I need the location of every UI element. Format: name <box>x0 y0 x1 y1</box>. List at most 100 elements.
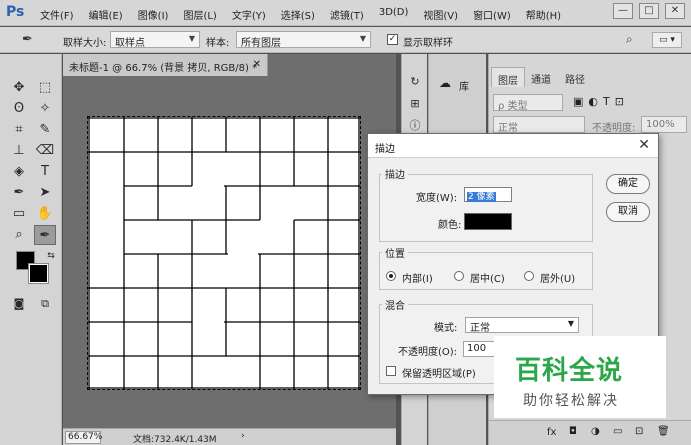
eraser-tool-icon[interactable]: ⌫ <box>34 141 56 161</box>
color-label: 颜色: <box>438 220 462 231</box>
menu-bar: Ps 文件(F) 编辑(E) 图像(I) 图层(L) 文字(Y) 选择(S) 滤… <box>0 0 691 26</box>
opacity-label: 不透明度(O): <box>398 347 458 358</box>
close-tab-icon[interactable]: ✕ <box>253 59 261 70</box>
fx-icon[interactable]: fx <box>547 427 556 438</box>
eyedropper-tool-icon[interactable]: ✒ <box>34 225 56 245</box>
inside-radio[interactable] <box>386 271 396 281</box>
menu-edit[interactable]: 编辑(E) <box>89 7 123 22</box>
tab-paths[interactable]: 路径 <box>559 67 591 87</box>
rectangle-tool-icon[interactable]: ▭ <box>8 204 30 224</box>
sample-size-value: 取样点 <box>115 38 145 49</box>
window-controls: — □ ✕ <box>607 3 685 19</box>
dialog-title: 描边 <box>375 144 395 155</box>
move-tool-icon[interactable]: ✥ <box>8 78 30 98</box>
magic-wand-tool-icon[interactable]: ✧ <box>34 99 56 119</box>
menu-layer[interactable]: 图层(L) <box>183 7 216 22</box>
zoom-level-field[interactable]: 66.67% <box>65 431 102 444</box>
restore-button[interactable]: □ <box>639 3 659 19</box>
document-tab-title: 未标题-1 @ 66.7% (背景 拷贝, RGB/8) * <box>69 63 258 74</box>
center-label: 居中(C) <box>470 274 505 285</box>
menu-3d[interactable]: 3D(D) <box>379 7 409 22</box>
hand-tool-icon[interactable]: ✋ <box>34 204 56 224</box>
position-group-title: 位置 <box>382 245 408 260</box>
ok-button[interactable]: 确定 <box>606 174 650 194</box>
menu-image[interactable]: 图像(I) <box>138 7 169 22</box>
zoom-tool-icon[interactable]: ⌕ <box>8 225 30 245</box>
chevron-down-icon: ▼ <box>359 34 366 43</box>
mode-value: 正常 <box>470 323 490 334</box>
type-tool-icon[interactable]: T <box>34 162 56 182</box>
pen-tool-icon[interactable]: ✒ <box>8 183 30 203</box>
path-selection-tool-icon[interactable]: ➤ <box>34 183 56 203</box>
layer-filter-icons[interactable]: ▣◐T⊡ <box>573 95 629 108</box>
status-bar: 66.67% 文档:732.4K/1.43M › <box>63 428 396 445</box>
preserve-transparency-label: 保留透明区域(P) <box>402 369 476 380</box>
search-icon[interactable]: ⌕ <box>626 32 633 47</box>
sample-size-label: 取样大小: <box>63 38 107 49</box>
tab-layers[interactable]: 图层 <box>491 67 525 87</box>
close-button[interactable]: ✕ <box>665 3 685 19</box>
stamp-tool-icon[interactable]: ⊥ <box>8 141 30 161</box>
inside-label: 内部(I) <box>402 274 433 285</box>
trash-icon[interactable]: 🗑 <box>657 426 670 437</box>
history-icon[interactable]: ↻ <box>404 72 426 92</box>
paint-bucket-tool-icon[interactable]: ◈ <box>8 162 30 182</box>
menu-window[interactable]: 窗口(W) <box>473 7 511 22</box>
menu-type[interactable]: 文字(Y) <box>232 7 266 22</box>
swap-colors-icon[interactable]: ⇆ <box>40 246 62 266</box>
sample-value: 所有图层 <box>241 38 281 49</box>
new-layer-icon[interactable]: ⊡ <box>635 426 643 437</box>
brush-tool-icon[interactable]: ✎ <box>34 120 56 140</box>
workspace-switcher[interactable]: ▭ ▾ <box>652 32 682 48</box>
lasso-tool-icon[interactable]: ʘ <box>8 99 30 119</box>
group-icon[interactable]: ▭ <box>613 426 622 437</box>
sample-label: 样本: <box>206 38 230 49</box>
menu-filter[interactable]: 滤镜(T) <box>330 7 364 22</box>
opacity-field[interactable]: 100% <box>641 116 687 133</box>
stroke-group-title: 描边 <box>382 166 408 181</box>
screen-mode-icon[interactable]: ⧉ <box>34 294 56 314</box>
crop-tool-icon[interactable]: ⌗ <box>8 120 30 140</box>
layer-filter-dropdown[interactable]: ρ 类型 <box>493 94 563 112</box>
document-info[interactable]: 文档:732.4K/1.43M <box>133 432 217 445</box>
background-color-swatch[interactable] <box>28 263 49 284</box>
blend-group-title: 混合 <box>382 297 408 312</box>
menu-file[interactable]: 文件(F) <box>40 7 74 22</box>
quick-mask-icon[interactable]: ◙ <box>8 294 30 314</box>
chevron-down-icon: ▼ <box>567 319 574 328</box>
preserve-transparency-checkbox[interactable] <box>386 366 396 376</box>
menu-select[interactable]: 选择(S) <box>281 7 315 22</box>
menu-help[interactable]: 帮助(H) <box>526 7 561 22</box>
sample-dropdown[interactable]: 所有图层 ▼ <box>236 31 371 49</box>
stroke-color-swatch[interactable] <box>464 213 512 230</box>
eyedropper-preset-icon[interactable]: ✒ <box>22 32 33 47</box>
canvas[interactable] <box>87 116 361 390</box>
sample-size-dropdown[interactable]: 取样点 ▼ <box>110 31 200 49</box>
width-input[interactable]: 2 像素 <box>464 187 512 202</box>
mode-label: 模式: <box>434 323 458 334</box>
show-ring-checkbox[interactable]: ✓ <box>387 34 398 45</box>
marquee-tool-icon[interactable]: ⬚ <box>34 78 56 98</box>
width-value: 2 像素 <box>467 192 496 202</box>
watermark-title: 百科全说 <box>515 356 624 386</box>
minimize-button[interactable]: — <box>613 3 633 19</box>
stroke-group <box>379 174 593 242</box>
mode-dropdown[interactable]: 正常 ▼ <box>465 317 579 334</box>
close-icon[interactable]: ✕ <box>638 137 650 153</box>
cancel-button[interactable]: 取消 <box>606 202 650 222</box>
options-bar: ✒ 取样大小: 取样点 ▼ 样本: 所有图层 ▼ ✓ 显示取样环 ⌕ ▭ ▾ <box>0 27 691 53</box>
document-tab[interactable]: 未标题-1 @ 66.7% (背景 拷贝, RGB/8) * ✕ <box>63 54 268 76</box>
chevron-right-icon[interactable]: › <box>241 431 245 441</box>
tile-pattern <box>88 117 360 389</box>
library-label[interactable]: 库 <box>459 78 469 93</box>
blend-mode-dropdown[interactable]: 正常 <box>493 116 585 134</box>
center-radio[interactable] <box>454 271 464 281</box>
adjustment-icon[interactable]: ◑ <box>591 426 600 437</box>
menu-view[interactable]: 视图(V) <box>423 7 458 22</box>
properties-icon[interactable]: ⊞ <box>404 94 426 114</box>
mask-icon[interactable]: ◘ <box>569 426 577 437</box>
outside-radio[interactable] <box>524 271 534 281</box>
document-area: 未标题-1 @ 66.7% (背景 拷贝, RGB/8) * ✕ 66.67% … <box>63 54 396 445</box>
dialog-title-bar: 描边 ✕ <box>368 134 658 158</box>
tab-channels[interactable]: 通道 <box>525 67 557 87</box>
